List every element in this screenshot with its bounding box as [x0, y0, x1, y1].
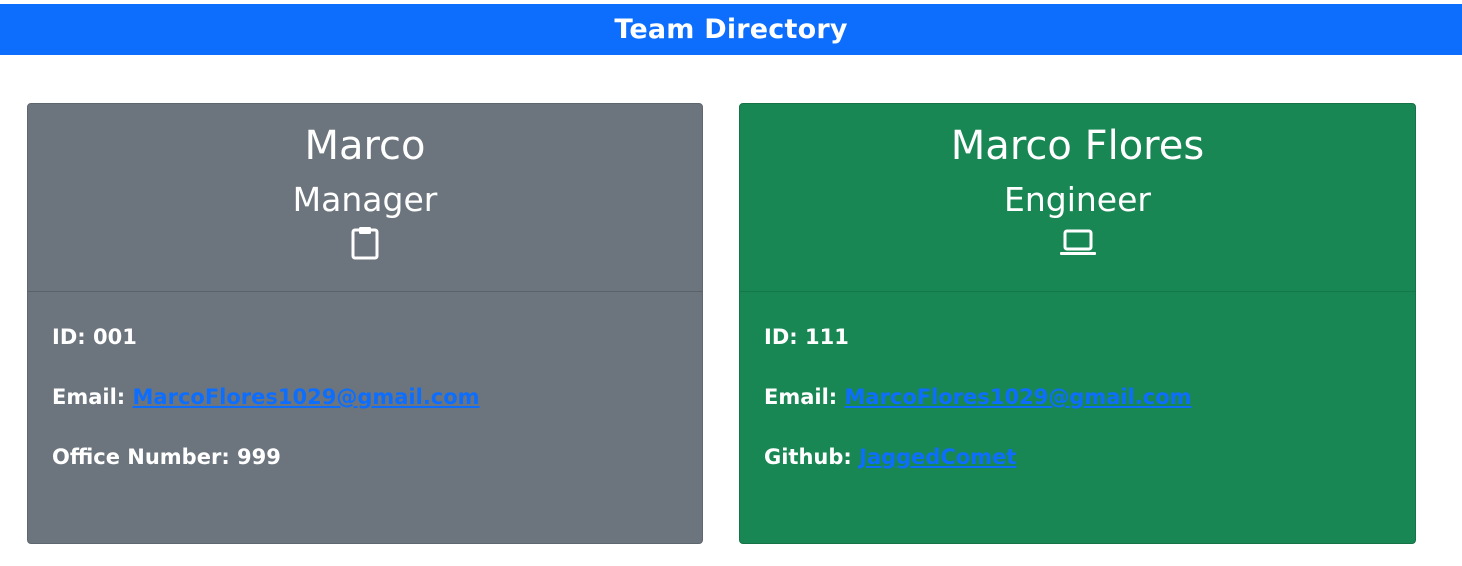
- email-link[interactable]: MarcoFlores1029@gmail.com: [845, 385, 1192, 409]
- card-body: ID: 001 Email: MarcoFlores1029@gmail.com…: [28, 292, 702, 470]
- id-row: ID: 001: [52, 324, 678, 350]
- employee-role: Engineer: [1004, 180, 1151, 219]
- engineer-card: Marco Flores Engineer ID: 111 Email: Mar…: [739, 103, 1416, 544]
- email-label: Email:: [52, 385, 126, 409]
- email-label: Email:: [764, 385, 838, 409]
- email-link[interactable]: MarcoFlores1029@gmail.com: [133, 385, 480, 409]
- card-header: Marco Manager: [28, 104, 702, 292]
- manager-card: Marco Manager ID: 001 Email: MarcoFlores…: [27, 103, 703, 544]
- laptop-icon: [740, 226, 1415, 260]
- employee-name: Marco Flores: [950, 123, 1205, 169]
- page-header: Team Directory: [0, 4, 1462, 55]
- email-row: Email: MarcoFlores1029@gmail.com: [764, 384, 1391, 410]
- page-title: Team Directory: [614, 14, 848, 45]
- card-body: ID: 111 Email: MarcoFlores1029@gmail.com…: [740, 292, 1415, 470]
- id-label: ID:: [52, 325, 86, 349]
- github-link[interactable]: JaggedComet: [859, 445, 1016, 469]
- office-number-label: Office Number:: [52, 445, 230, 469]
- office-number-value: 999: [237, 445, 281, 469]
- card-header: Marco Flores Engineer: [740, 104, 1415, 292]
- email-row: Email: MarcoFlores1029@gmail.com: [52, 384, 678, 410]
- github-label: Github:: [764, 445, 852, 469]
- id-label: ID:: [764, 325, 798, 349]
- clipboard-icon: [28, 226, 702, 260]
- id-value: 001: [92, 325, 137, 349]
- id-value: 111: [804, 325, 849, 349]
- id-row: ID: 111: [764, 324, 1391, 350]
- office-number-row: Office Number: 999: [52, 444, 678, 470]
- employee-role: Manager: [292, 180, 438, 219]
- employee-name: Marco: [304, 123, 426, 169]
- github-row: Github: JaggedComet: [764, 444, 1391, 470]
